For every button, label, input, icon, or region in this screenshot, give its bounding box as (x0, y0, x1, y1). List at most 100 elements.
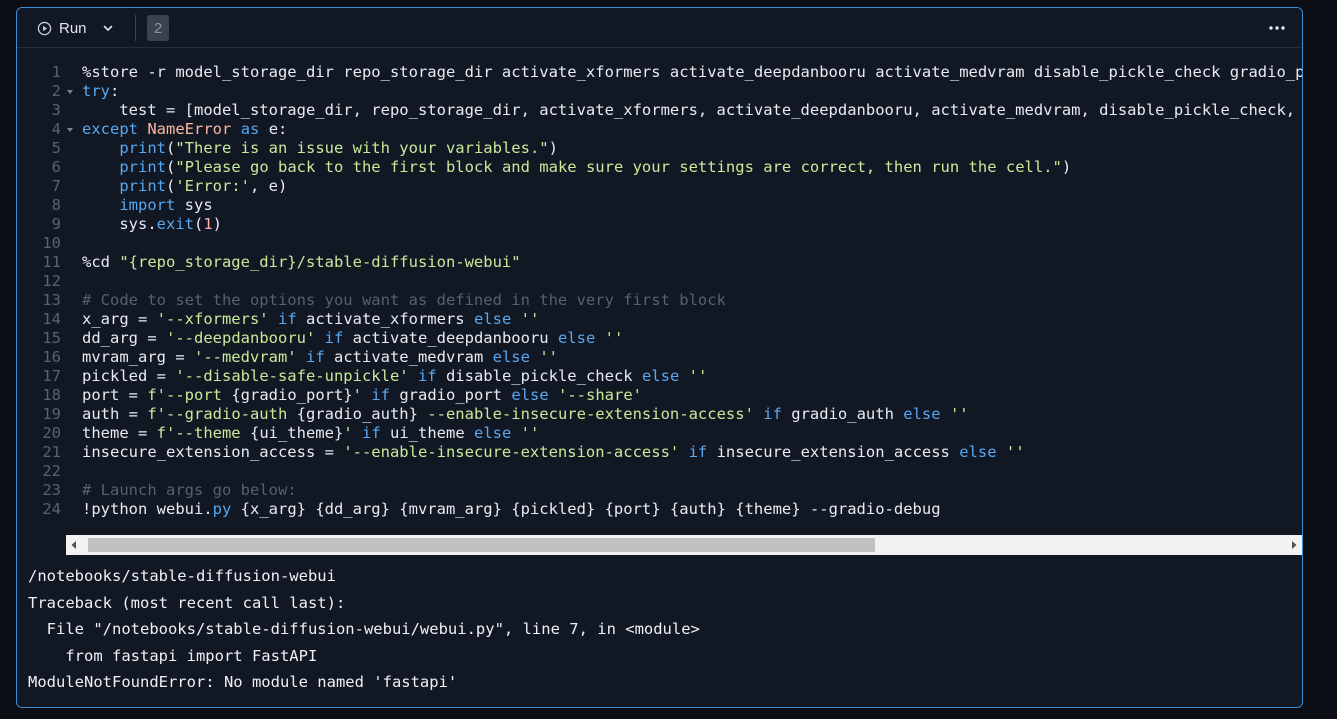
notebook-cell[interactable]: Run 2 1 2 3 4 5 6 7 8 9 10 11 12 13 14 15 16 17 18 19 20 21 2… (16, 7, 1303, 708)
code-line: except NameError as e: (82, 120, 1302, 139)
code-token: pickled = (82, 367, 176, 385)
output-line: ModuleNotFoundError: No module named 'fa… (28, 673, 458, 691)
code-token: '' (1005, 443, 1025, 461)
code-token: '--deepdanbooru' (166, 329, 316, 347)
line-number: 21 (42, 443, 61, 461)
line-number: 7 (51, 177, 61, 195)
code-token: as (240, 120, 260, 138)
more-options-icon[interactable] (1268, 20, 1286, 36)
code-token: test = [model_storage_dir, repo_storage_… (119, 101, 1296, 119)
code-token: if (417, 367, 437, 385)
horizontal-scrollbar[interactable] (66, 535, 1302, 555)
code-line: %cd "{repo_storage_dir}/stable-diffusion… (82, 253, 1302, 272)
code-token: print (119, 158, 166, 176)
code-token: print (119, 139, 166, 157)
line-number: 22 (42, 462, 61, 480)
code-token: "{repo_storage_dir}/stable-diffusion-web… (119, 253, 521, 271)
line-number: 24 (42, 500, 61, 518)
code-token: ui_theme (380, 424, 474, 442)
scroll-left-arrow-icon[interactable] (69, 540, 79, 550)
line-number: 13 (42, 291, 61, 309)
code-token: insecure_extension_access = (82, 443, 344, 461)
line-number: 1 (51, 63, 61, 81)
code-editor[interactable]: 1 2 3 4 5 6 7 8 9 10 11 12 13 14 15 16 17 18 19 20 21 22 23 24 … (17, 49, 1302, 555)
code-token: '' (604, 329, 624, 347)
code-area[interactable]: %store -r model_storage_dir repo_storage… (82, 63, 1302, 519)
line-number: 20 (42, 424, 61, 442)
code-token: if (305, 348, 325, 366)
code-token: try (82, 82, 110, 100)
code-token: '' (539, 348, 558, 366)
code-token: '--enable-insecure-extension-access' (343, 443, 680, 461)
code-token: # Launch args go below: (82, 481, 297, 499)
line-number: 15 (42, 329, 61, 347)
code-line: x_arg = '--xformers' if activate_xformer… (82, 310, 1302, 329)
code-line: print("There is an issue with your varia… (82, 139, 1302, 158)
line-number: 17 (42, 367, 61, 385)
code-line: try: (82, 82, 1302, 101)
code-token: dd_arg = (82, 329, 166, 347)
code-line: !python webui.py {x_arg} {dd_arg} {mvram… (82, 500, 1302, 519)
code-token: f'--port (147, 386, 232, 404)
code-token: insecure_extension_access (707, 443, 960, 461)
code-line: # Launch args go below: (82, 481, 1302, 500)
code-token: ( (166, 139, 176, 157)
code-line: dd_arg = '--deepdanbooru' if activate_de… (82, 329, 1302, 348)
code-token: else (511, 386, 549, 404)
code-token: mvram_arg = (82, 348, 194, 366)
code-token: if (371, 386, 391, 404)
code-line: insecure_extension_access = '--enable-in… (82, 443, 1302, 462)
code-token: gradio_auth (781, 405, 904, 423)
code-token: sys (175, 196, 213, 214)
code-token: if (688, 443, 708, 461)
code-token: '' (949, 405, 969, 423)
code-token: f'--gradio-auth (147, 405, 297, 423)
fold-toggle-icon[interactable] (66, 88, 74, 96)
code-token: %store -r model_storage_dir repo_storage… (82, 63, 1302, 81)
scroll-right-arrow-icon[interactable] (1289, 540, 1299, 550)
code-token: ) (212, 215, 223, 233)
code-token: {ui_theme} (249, 424, 344, 442)
play-circle-icon (37, 21, 52, 35)
line-number: 4 (17, 120, 73, 139)
code-token: auth = (82, 405, 148, 423)
code-token: e: (259, 120, 288, 138)
scrollbar-thumb[interactable] (88, 538, 875, 552)
run-button[interactable]: Run (37, 16, 114, 40)
code-line: auth = f'--gradio-auth {gradio_auth} --e… (82, 405, 1302, 424)
code-token: "There is an issue with your variables." (175, 139, 549, 157)
code-token: else (959, 443, 997, 461)
code-line: mvram_arg = '--medvram' if activate_medv… (82, 348, 1302, 367)
code-token: import (119, 196, 176, 214)
code-token: '' (520, 424, 540, 442)
cell-output: /notebooks/stable-diffusion-webui Traceba… (17, 555, 1302, 707)
chevron-down-icon[interactable] (102, 22, 114, 34)
code-token: if (277, 310, 297, 328)
line-number: 6 (51, 158, 61, 176)
code-line: pickled = '--disable-safe-unpickle' if d… (82, 367, 1302, 386)
output-line: Traceback (most recent call last): (28, 593, 346, 612)
fold-toggle-icon[interactable] (66, 126, 74, 134)
code-token: if (362, 424, 381, 442)
code-line: theme = f'--theme {ui_theme}' if ui_them… (82, 424, 1302, 443)
line-number: 23 (42, 481, 61, 499)
code-token: disable_pickle_check (436, 367, 642, 385)
output-line: /notebooks/stable-diffusion-webui (28, 567, 336, 585)
